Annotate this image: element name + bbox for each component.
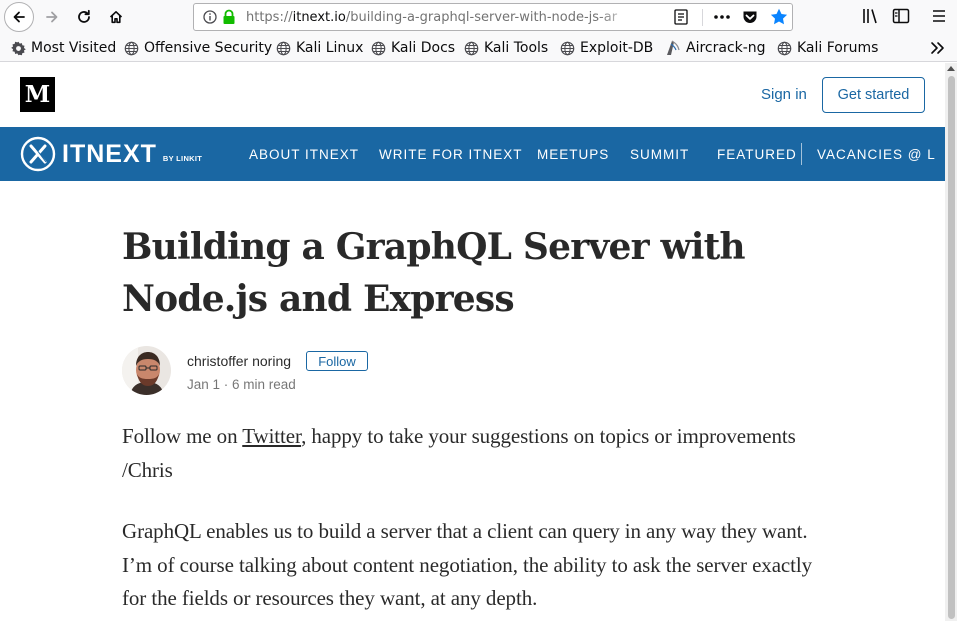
url-fade <box>598 7 638 27</box>
article-paragraph: Follow me on Twitter, happy to take your… <box>122 420 822 487</box>
get-started-button[interactable]: Get started <box>822 77 925 113</box>
article-title: Building a GraphQL Server with Node.js an… <box>122 221 822 325</box>
sign-in-link[interactable]: Sign in <box>761 86 807 103</box>
info-icon[interactable] <box>202 9 218 25</box>
bookmark-label: Aircrack-ng <box>686 40 766 56</box>
globe-icon <box>371 41 386 55</box>
aircrack-icon <box>667 40 680 55</box>
author-avatar[interactable] <box>122 346 171 395</box>
page-actions-icon[interactable] <box>712 8 732 26</box>
paragraph-text: Follow me on <box>122 424 243 448</box>
scrollbar-thumb[interactable] <box>948 76 955 619</box>
globe-icon <box>777 41 792 55</box>
nav-vacancies[interactable]: VACANCIES @ L <box>817 147 936 162</box>
bookmark-label: Most Visited <box>31 40 117 56</box>
globe-icon <box>464 41 479 55</box>
globe-icon <box>276 41 291 55</box>
publication-name: ITNEXT <box>62 139 157 168</box>
bookmark-label: Kali Tools <box>484 40 549 56</box>
itnext-x-icon <box>20 136 56 172</box>
bookmark-aircrack-ng[interactable]: Aircrack-ng <box>665 38 766 58</box>
bookmark-kali-tools[interactable]: Kali Tools <box>464 38 548 58</box>
sidebar-icon[interactable] <box>892 7 910 25</box>
home-button[interactable] <box>102 3 130 31</box>
nav-divider <box>801 143 802 165</box>
nav-featured[interactable]: FEATURED <box>717 147 797 162</box>
url-bar[interactable]: https://itnext.io/building-a-graphql-ser… <box>193 3 793 31</box>
bookmark-offensive-security[interactable]: Offensive Security <box>124 38 272 58</box>
url-scheme: https:// <box>246 10 293 25</box>
article-paragraph: GraphQL enables us to build a server tha… <box>122 519 813 610</box>
publication-nav-bar: ITNEXT BY LINKIT ABOUT ITNEXT WRITE FOR … <box>0 127 945 181</box>
nav-meetups[interactable]: MEETUPS <box>537 147 609 162</box>
medium-header: M Sign in Get started <box>0 63 945 127</box>
bookmark-label: Offensive Security <box>144 40 273 56</box>
bookmarks-toolbar: Most Visited Offensive Security Kali Lin… <box>0 33 957 62</box>
bookmark-star-icon[interactable] <box>769 7 789 27</box>
reload-icon <box>78 9 90 23</box>
publication-byline: BY LINKIT <box>162 153 203 163</box>
nav-write-for-itnext[interactable]: WRITE FOR ITNEXT <box>379 147 523 162</box>
library-icon[interactable] <box>861 7 879 25</box>
browser-toolbar: https://itnext.io/building-a-graphql-ser… <box>0 0 957 33</box>
gear-icon <box>11 41 26 55</box>
bookmark-kali-forums[interactable]: Kali Forums <box>777 38 878 58</box>
bookmark-exploit-db[interactable]: Exploit-DB <box>560 38 653 58</box>
page-scrollbar[interactable] <box>945 63 957 621</box>
itnext-logo[interactable]: ITNEXT BY LINKIT <box>20 136 202 172</box>
pocket-icon[interactable] <box>741 8 759 26</box>
bookmark-kali-linux[interactable]: Kali Linux <box>276 38 363 58</box>
bookmark-kali-docs[interactable]: Kali Docs <box>371 38 455 58</box>
bookmark-label: Exploit-DB <box>580 40 654 56</box>
nav-about-itnext[interactable]: ABOUT ITNEXT <box>249 147 359 162</box>
article-title-line-2: Node.js and Express <box>122 278 515 320</box>
reader-view-icon[interactable] <box>673 8 689 26</box>
back-arrow-icon <box>13 11 25 23</box>
lock-icon[interactable] <box>222 9 236 25</box>
globe-icon <box>560 41 575 55</box>
follow-button[interactable]: Follow <box>306 351 368 371</box>
url-path: /building-a-graphql-server-with-node-js-… <box>345 10 618 25</box>
forward-arrow-icon <box>46 11 58 23</box>
chevron-double-right-icon[interactable] <box>930 41 946 55</box>
twitter-link[interactable]: Twitter <box>242 424 301 448</box>
article-title-line-1: Building a GraphQL Server with <box>122 226 746 268</box>
author-photo-icon <box>122 346 171 395</box>
bookmark-label: Kali Forums <box>797 40 879 56</box>
menu-icon[interactable] <box>931 7 947 25</box>
globe-icon <box>124 41 139 55</box>
url-host: itnext.io <box>292 10 346 25</box>
bookmark-label: Kali Linux <box>296 40 364 56</box>
home-icon <box>109 11 123 24</box>
url-text[interactable]: https://itnext.io/building-a-graphql-ser… <box>246 10 638 26</box>
post-date-readtime: Jan 1 · 6 min read <box>187 377 296 392</box>
bookmark-label: Kali Docs <box>391 40 456 56</box>
medium-logo[interactable]: M <box>20 77 55 112</box>
bookmark-most-visited[interactable]: Most Visited <box>11 38 116 58</box>
scroll-up-arrow-icon[interactable] <box>947 65 955 71</box>
page-content: M Sign in Get started ITNEXT BY LINKIT A… <box>0 63 945 621</box>
url-separator <box>702 9 703 26</box>
back-button[interactable] <box>4 2 34 32</box>
author-name[interactable]: christoffer noring <box>187 353 291 369</box>
reload-button[interactable] <box>70 3 98 31</box>
forward-button[interactable] <box>38 3 66 31</box>
nav-summit[interactable]: SUMMIT <box>630 147 689 162</box>
